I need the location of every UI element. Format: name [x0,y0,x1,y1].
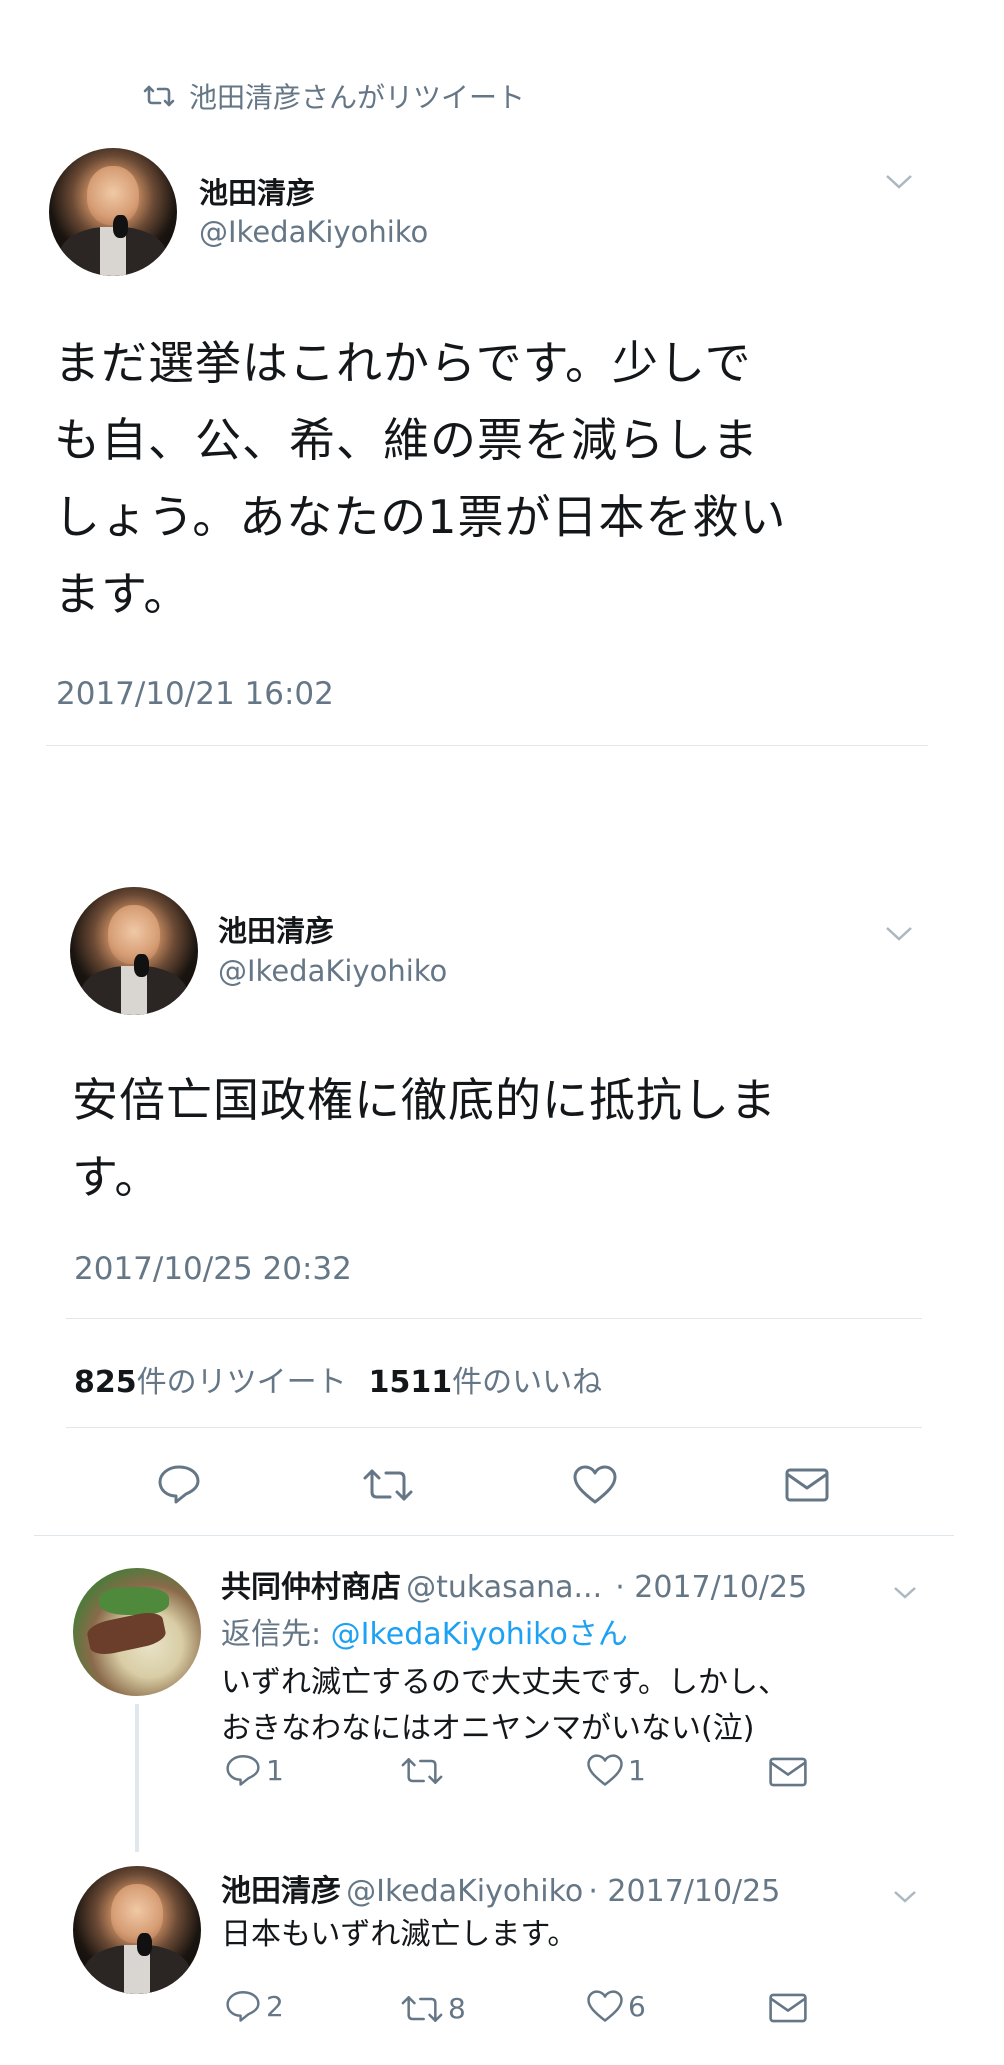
reply-icon[interactable] [156,1463,202,1505]
retweet-icon [143,84,175,108]
avatar[interactable] [73,1866,201,1994]
divider [46,745,928,746]
mail-icon[interactable] [768,1756,808,1788]
reply-header: 池田清彦 @IkedaKiyohiko · 2017/10/25 [221,1866,780,1910]
chevron-down-icon[interactable] [892,1574,918,1609]
retweet-icon [400,1994,444,2024]
avatar[interactable] [49,148,177,276]
retweet-button[interactable]: 8 [400,1992,466,2025]
mail-icon[interactable] [768,1992,808,2024]
author-handle[interactable]: @IkedaKiyohiko [199,215,428,249]
like-button[interactable]: 6 [586,1990,646,2023]
timestamp[interactable]: 2017/10/25 20:32 [74,1251,352,1287]
reply-count: 2 [266,1989,284,2023]
reply-text-line: おきなわなにはオニヤンマがいない(泣) [221,1711,755,1746]
thread-line [135,1704,139,1852]
like-count[interactable]: 1511 [369,1365,453,1400]
reply-to-suffix[interactable]: さん [568,1617,628,1652]
timestamp[interactable]: 2017/10/21 16:02 [56,676,334,712]
reply-header: 共同仲村商店 @tukasana... · 2017/10/25 [221,1562,807,1606]
reply-text-line: いずれ滅亡するので大丈夫です。しかし、 [221,1665,788,1700]
retweet-button[interactable] [400,1756,448,1786]
author-handle[interactable]: @IkedaKiyohiko [218,954,447,988]
retweet-count[interactable]: 825 [74,1365,137,1400]
reply-date[interactable]: · 2017/10/25 [588,1874,780,1909]
reply-to: 返信先: @IkedaKiyohikoさん [221,1609,628,1653]
tweet-text-line: 安倍亡国政権に徹底的に抵抗しま [72,1073,777,1127]
like-button[interactable]: 1 [586,1754,646,1787]
tweet-text-line: ます。 [54,567,191,621]
like-count: 1 [628,1754,646,1787]
author-name[interactable]: 池田清彦 [218,908,334,950]
tweet-text-line: まだ選挙はこれからです。少しで [54,336,752,390]
tweet-text: まだ選挙はこれからです。少しで も自、公、希、維の票を減らしま しょう。あなたの… [54,325,934,633]
mail-icon[interactable] [784,1467,830,1503]
reply-text: いずれ滅亡するので大丈夫です。しかし、 おきなわなにはオニヤンマがいない(泣) [221,1660,788,1752]
avatar[interactable] [70,887,198,1015]
tweet-text-line: も自、公、希、維の票を減らしま [54,413,759,467]
tweet-stats: 825 件のリツイート 1511 件のいいね [74,1357,602,1401]
reply-icon [224,1753,262,1787]
reply-text: 日本もいずれ滅亡します。 [221,1917,578,1952]
retweet-count: 8 [448,1992,466,2025]
reply-button[interactable]: 1 [224,1753,284,1787]
retweet-icon [400,1756,444,1786]
chevron-down-icon[interactable] [884,916,914,951]
like-icon [586,1754,624,1787]
divider [66,1427,922,1428]
retweet-banner-text: 池田清彦さんがリツイート [189,81,526,114]
divider [34,1535,954,1536]
tweet-text-line: す。 [72,1150,162,1204]
chevron-down-icon[interactable] [884,164,914,199]
like-icon[interactable] [572,1465,618,1505]
avatar[interactable] [73,1568,201,1696]
author-name[interactable]: 池田清彦 [221,1874,341,1909]
divider [66,1318,922,1319]
reply-to-prefix: 返信先: [221,1617,331,1652]
reply-to-handle[interactable]: @IkedaKiyohiko [331,1617,568,1652]
reply-count: 1 [266,1753,284,1787]
chevron-down-icon[interactable] [892,1878,918,1913]
like-count: 6 [628,1990,646,2023]
like-count-label[interactable]: 件のいいね [452,1357,602,1401]
author-name[interactable]: 池田清彦 [199,170,315,212]
retweet-count-label[interactable]: 件のリツイート [137,1357,347,1401]
retweet-banner: 池田清彦さんがリツイート [143,76,525,116]
reply-button[interactable]: 2 [224,1989,284,2023]
reply-icon [224,1989,262,2023]
like-icon [586,1990,624,2023]
tweet-text: 安倍亡国政権に徹底的に抵抗しま す。 [72,1062,952,1216]
retweet-icon[interactable] [362,1467,414,1503]
author-handle[interactable]: @tukasana... [406,1570,602,1605]
reply-date[interactable]: · 2017/10/25 [615,1570,807,1605]
author-name[interactable]: 共同仲村商店 [221,1570,401,1605]
author-handle[interactable]: @IkedaKiyohiko [346,1874,583,1909]
tweet-text-line: しょう。あなたの1票が日本を救い [54,490,787,544]
